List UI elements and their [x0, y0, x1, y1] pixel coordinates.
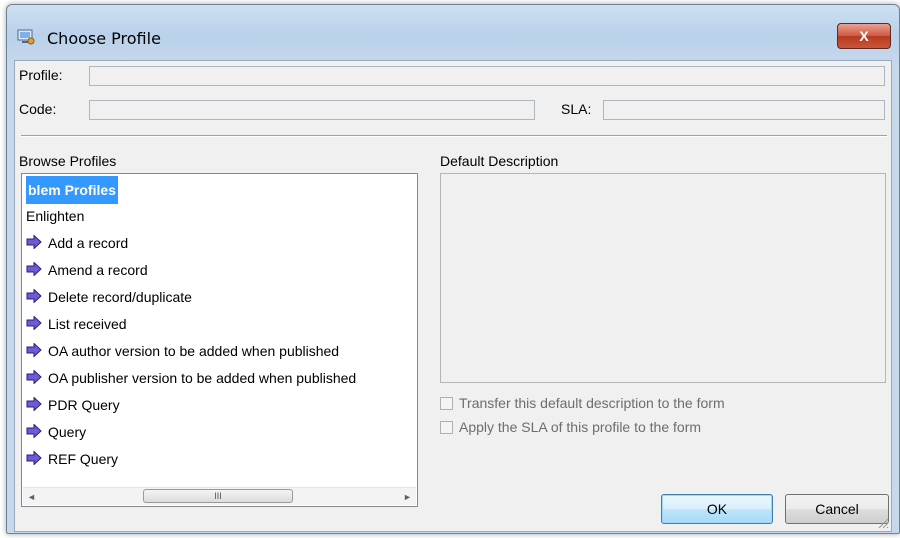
- arrow-right-icon: [26, 370, 42, 384]
- apply-sla-checkbox[interactable]: [440, 420, 453, 434]
- dialog-client-area: Profile: Code: SLA: Browse Profiles Defa…: [14, 60, 892, 532]
- list-item-label: List received: [48, 316, 127, 332]
- close-icon: X: [859, 28, 869, 44]
- cancel-button[interactable]: Cancel: [785, 494, 889, 524]
- browse-profiles-list[interactable]: blem Profiles Enlighten Add a record Amend …: [21, 173, 418, 507]
- list-item-label: Enlighten: [26, 208, 85, 224]
- arrow-right-icon: [26, 262, 42, 276]
- list-item-label: OA publisher version to be added when pu…: [48, 370, 357, 386]
- code-field[interactable]: [89, 100, 535, 120]
- transfer-description-option[interactable]: Transfer this default description to the…: [440, 393, 725, 413]
- arrow-right-icon: [26, 424, 42, 438]
- title-bar[interactable]: Choose Profile X: [7, 5, 899, 57]
- default-description-box: [440, 173, 886, 383]
- scroll-left-icon[interactable]: ◄: [23, 488, 40, 505]
- list-item-label: blem Profiles: [26, 176, 118, 204]
- list-item-label: Add a record: [48, 235, 129, 251]
- list-item-label: Amend a record: [48, 262, 148, 278]
- list-item-label: Query: [48, 424, 87, 440]
- browse-profiles-label: Browse Profiles: [19, 153, 117, 169]
- window-title: Choose Profile: [47, 29, 161, 48]
- list-item-label: REF Query: [48, 451, 119, 467]
- separator: [21, 135, 887, 137]
- list-item-label: OA author version to be added when publi…: [48, 343, 340, 359]
- code-label: Code:: [19, 101, 57, 117]
- sla-field[interactable]: [603, 100, 885, 120]
- sla-label: SLA:: [561, 101, 592, 117]
- ok-button[interactable]: OK: [661, 494, 773, 524]
- scroll-thumb[interactable]: III: [143, 489, 293, 503]
- apply-sla-option[interactable]: Apply the SLA of this profile to the for…: [440, 417, 701, 437]
- resize-grip-icon[interactable]: [877, 517, 889, 529]
- transfer-description-checkbox[interactable]: [440, 396, 453, 410]
- arrow-right-icon: [26, 289, 42, 303]
- arrow-right-icon: [26, 235, 42, 249]
- default-description-label: Default Description: [440, 153, 559, 169]
- transfer-description-label: Transfer this default description to the…: [459, 395, 725, 411]
- list-item-label: Delete record/duplicate: [48, 289, 192, 305]
- profile-window-icon: [17, 29, 35, 45]
- apply-sla-label: Apply the SLA of this profile to the for…: [459, 419, 702, 435]
- profile-field[interactable]: [89, 66, 885, 86]
- choose-profile-dialog: Choose Profile X Profile: Code: SLA: Bro…: [6, 4, 900, 534]
- close-button[interactable]: X: [837, 23, 891, 49]
- horizontal-scrollbar[interactable]: ◄ III ►: [23, 487, 416, 505]
- arrow-right-icon: [26, 397, 42, 411]
- arrow-right-icon: [26, 316, 42, 330]
- profile-label: Profile:: [19, 67, 63, 83]
- arrow-right-icon: [26, 343, 42, 357]
- list-item-label: PDR Query: [48, 397, 120, 413]
- arrow-right-icon: [26, 451, 42, 465]
- scroll-right-icon[interactable]: ►: [399, 488, 416, 505]
